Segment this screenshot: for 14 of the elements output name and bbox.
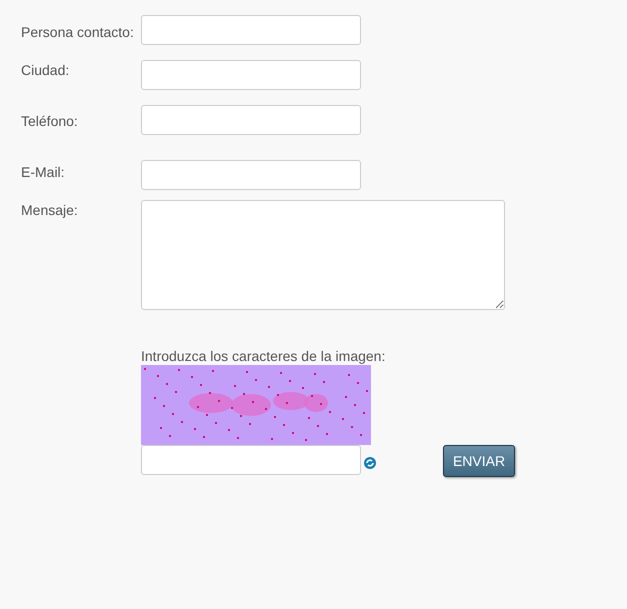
input-field[interactable] [141,160,361,190]
input-field[interactable] [141,60,361,90]
field-label: Mensaje: [21,202,79,218]
captcha-label: Introduzca los caracteres de la imagen: [141,347,386,365]
input-field[interactable] [141,105,361,135]
refresh-icon[interactable] [363,456,377,470]
input-field[interactable] [141,15,361,45]
message-field[interactable] [141,200,505,310]
captcha-field[interactable] [141,445,361,475]
field-label: Persona contacto: [21,24,135,40]
field-label: Teléfono: [21,113,79,129]
field-label: E-Mail: [21,164,66,180]
field-label: Ciudad: [21,62,70,78]
submit-button[interactable]: ENVIAR [443,445,515,477]
